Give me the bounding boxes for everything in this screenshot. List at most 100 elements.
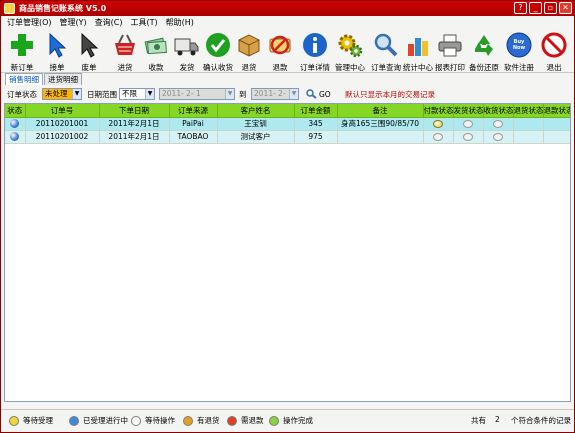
date-range-value: 不限 — [122, 89, 137, 98]
paid-cell — [423, 130, 454, 144]
refunded-cell — [543, 117, 570, 131]
order-detail-button[interactable]: 订单详情 — [298, 29, 332, 73]
go-button[interactable]: GO — [305, 88, 331, 100]
col-header-source[interactable]: 订单来源 — [169, 104, 218, 118]
paid-check-icon — [433, 120, 443, 128]
pending-icon — [493, 133, 503, 141]
customer-cell: 王宝钏 — [217, 117, 295, 131]
gears-icon — [338, 34, 363, 58]
menu-tools[interactable]: 工具(T) — [131, 17, 158, 28]
status-cell — [5, 117, 26, 131]
tab-purchase-detail[interactable]: 进货明细 — [44, 73, 82, 85]
status-select-value: 未处理 — [45, 89, 68, 98]
legend-waiting: 等待受理 — [9, 415, 53, 426]
svg-text:Now: Now — [513, 45, 526, 51]
col-header-received[interactable]: 收货状态 — [483, 104, 514, 118]
shipped-cell — [453, 130, 484, 144]
title-bar: 商品销售记账系统 V5.0 ? _ ▫ ✕ — [1, 1, 574, 16]
tab-sales-detail[interactable]: 销售明细 — [5, 73, 43, 85]
legend-refund: 需退款 — [227, 415, 264, 426]
amount-cell: 345 — [294, 117, 338, 131]
tab-strip: 销售明细 进货明细 — [5, 73, 83, 85]
filter-note: 默认只显示本月的交易记录 — [345, 90, 435, 99]
order-no-cell: 20110201002 — [25, 130, 100, 144]
col-header-note[interactable]: 备注 — [337, 104, 424, 118]
magnifier-icon — [374, 33, 398, 57]
check-circle-icon — [206, 33, 230, 57]
search-go-icon — [306, 89, 317, 99]
status-label: 订单状态 — [7, 90, 37, 99]
help-button[interactable]: ? — [514, 2, 527, 14]
maximize-button[interactable]: ▫ — [544, 2, 557, 14]
date-range-select[interactable]: 不限 ▼ — [119, 88, 155, 100]
toolbar: 新订单 接单 废单 进货 收款 发货 确认收货 退货 退款 订单详情 管理中心 … — [1, 29, 574, 73]
shipped-cell — [453, 117, 484, 131]
box-icon — [238, 34, 260, 57]
to-label: 到 — [239, 90, 247, 99]
menu-help[interactable]: 帮助(H) — [166, 17, 194, 28]
chevron-down-icon: ▼ — [145, 89, 154, 99]
stop-icon — [541, 32, 567, 58]
legend-waiting-operation: 等待操作 — [131, 415, 175, 426]
chevron-down-icon: ▼ — [225, 89, 234, 99]
orange-dot-icon — [183, 415, 193, 426]
void-order-button[interactable]: 废单 — [72, 29, 106, 73]
menu-manage[interactable]: 管理(Y) — [60, 17, 87, 28]
amount-cell: 975 — [294, 130, 338, 144]
date-to-field[interactable]: 2011- 2- 1 ▼ — [251, 88, 299, 100]
pending-icon — [463, 120, 473, 128]
menu-query[interactable]: 查询(C) — [95, 17, 123, 28]
cursor-blue-icon — [49, 32, 67, 58]
white-dot-icon — [131, 415, 141, 426]
in-progress-icon — [10, 132, 20, 142]
refund-button[interactable]: 退款 — [263, 29, 297, 73]
legend-returned: 有退货 — [183, 415, 220, 426]
window-title: 商品销售记账系统 V5.0 — [19, 4, 107, 13]
no-card-icon — [269, 35, 291, 55]
go-label: GO — [319, 89, 331, 99]
col-header-status[interactable]: 状态 — [5, 104, 26, 118]
chevron-down-icon: ▼ — [289, 89, 298, 99]
col-header-paid[interactable]: 付款状态 — [423, 104, 454, 118]
legend-label: 需退款 — [241, 416, 264, 425]
col-header-amount[interactable]: 订单金额 — [294, 104, 338, 118]
refunded-cell — [543, 130, 570, 144]
status-cell — [5, 130, 26, 144]
minimize-button[interactable]: _ — [529, 2, 542, 14]
truck-icon — [174, 38, 199, 56]
new-order-button[interactable]: 新订单 — [5, 29, 39, 73]
legend-label: 已受理进行中 — [83, 416, 128, 425]
menu-orders[interactable]: 订单管理(O) — [7, 17, 52, 28]
legend-label: 操作完成 — [283, 416, 313, 425]
col-header-shipped[interactable]: 发货状态 — [453, 104, 484, 118]
red-dot-icon — [227, 415, 237, 426]
customer-cell: 测试客户 — [217, 130, 295, 144]
status-select[interactable]: 未处理 ▼ — [42, 88, 82, 100]
col-header-order-no[interactable]: 订单号 — [25, 104, 100, 118]
date-from-field[interactable]: 2011- 2- 1 ▼ — [159, 88, 235, 100]
col-header-refunded[interactable]: 退款状态 — [543, 104, 570, 118]
col-header-customer[interactable]: 客户姓名 — [217, 104, 295, 118]
col-header-returned[interactable]: 退货状态 — [513, 104, 544, 118]
table-row[interactable]: 20110201002 2011年2月1日 TAOBAO 测试客户 975 — [5, 130, 570, 144]
green-check-icon — [269, 415, 279, 426]
source-cell: TAOBAO — [169, 130, 218, 144]
report-print-button[interactable]: 报表打印 — [433, 29, 467, 73]
exit-button[interactable]: 退出 — [537, 29, 571, 73]
date-cell: 2011年2月1日 — [99, 130, 170, 144]
status-bar: 等待受理 已受理进行中 等待操作 有退货 需退款 操作完成 共有 2 个符合条件… — [1, 409, 574, 432]
legend-label: 等待受理 — [23, 416, 53, 425]
close-button[interactable]: ✕ — [559, 2, 572, 14]
order-no-cell: 20110201001 — [25, 117, 100, 131]
backup-restore-button[interactable]: 备份还原 — [467, 29, 501, 73]
table-row[interactable]: 20110201001 2011年2月1日 PaiPai 王宝钏 345 身高1… — [5, 117, 570, 131]
returned-cell — [513, 130, 544, 144]
cursor-gray-icon — [81, 32, 99, 58]
col-header-date[interactable]: 下单日期 — [99, 104, 170, 118]
printer-icon — [438, 34, 462, 57]
management-center-button[interactable]: 管理中心 — [333, 29, 367, 73]
basket-icon — [115, 34, 135, 55]
legend-in-progress: 已受理进行中 — [69, 415, 128, 426]
software-register-button[interactable]: Buy Now 软件注册 — [502, 29, 536, 73]
legend-label: 有退货 — [197, 416, 220, 425]
